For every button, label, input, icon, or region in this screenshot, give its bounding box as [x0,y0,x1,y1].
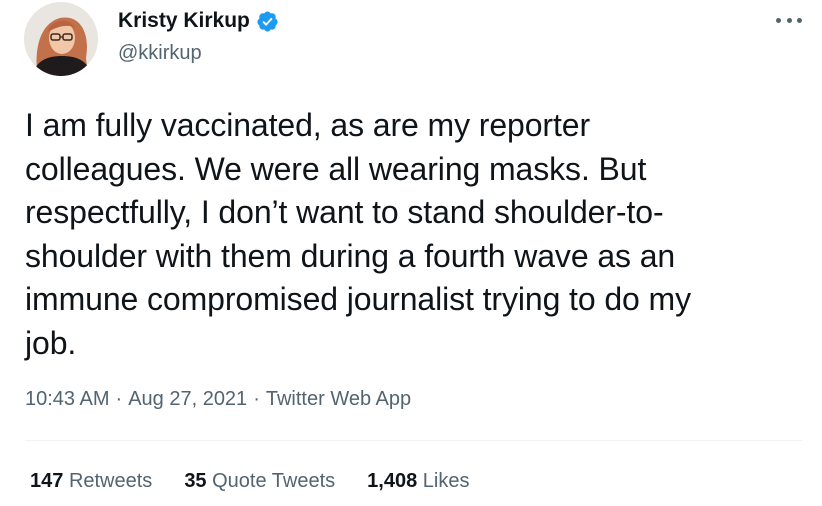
quote-tweets-stat[interactable]: 35 Quote Tweets [184,468,335,494]
likes-count: 1,408 [367,470,418,492]
tweet-text: I am fully vaccinated, as are my reporte… [25,107,691,361]
more-options-icon[interactable] [776,10,802,30]
meta-separator: · [115,388,123,410]
quote-tweets-label: Quote Tweets [212,470,336,492]
engagement-stats: 147 Retweets 35 Quote Tweets 1,408 Likes [30,468,470,494]
likes-label: Likes [422,470,470,492]
author-name-row[interactable]: Kristy Kirkup [118,8,279,34]
meta-separator: · [253,388,260,410]
verified-badge-icon [256,10,279,33]
avatar-photo-icon [24,2,98,76]
tweet-timestamp-date[interactable]: Aug 27, 2021 [128,386,247,412]
quote-tweets-count: 35 [184,470,207,492]
more-dot [797,17,802,23]
author-display-name[interactable]: Kristy Kirkup [118,8,250,34]
likes-stat[interactable]: 1,408 Likes [367,468,469,494]
divider [25,440,803,441]
retweets-stat[interactable]: 147 Retweets [30,468,152,494]
tweet-meta: 10:43 AM · Aug 27, 2021 · Twitter Web Ap… [25,386,411,412]
more-dot [776,17,781,23]
tweet-card: Kristy Kirkup @kkirkup I am fully vaccin… [0,0,822,506]
retweets-count: 147 [30,470,64,492]
tweet-timestamp-time[interactable]: 10:43 AM [25,386,110,412]
author-handle[interactable]: @kkirkup [118,41,202,65]
more-dot [786,17,792,23]
retweets-label: Retweets [68,470,153,492]
tweet-source[interactable]: Twitter Web App [266,386,411,412]
avatar[interactable] [24,2,98,76]
